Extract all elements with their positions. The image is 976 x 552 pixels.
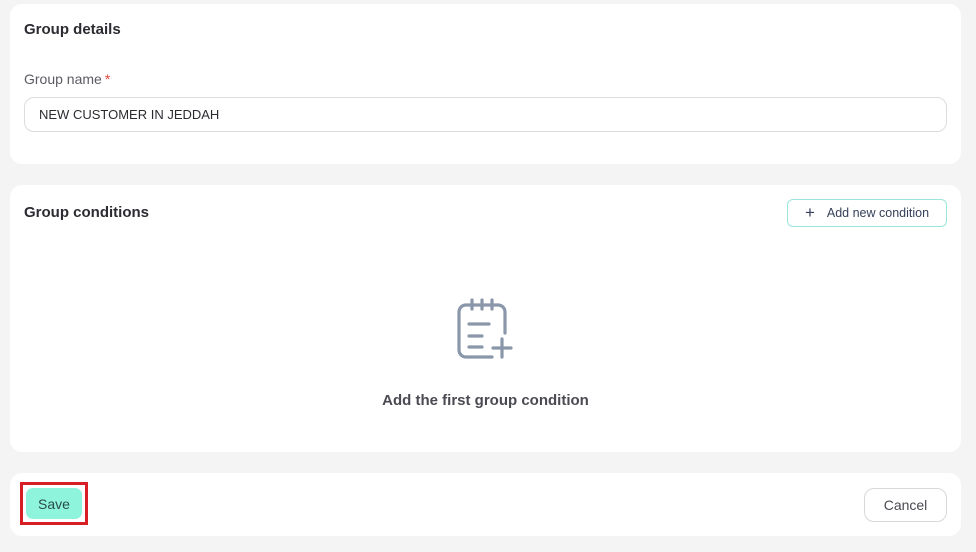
add-new-condition-label: Add new condition (826, 206, 930, 220)
form-footer: Save Cancel (10, 473, 961, 536)
group-conditions-card: Group conditions + Add new condition Add… (10, 185, 961, 452)
cancel-button[interactable]: Cancel (864, 488, 947, 522)
group-details-title: Group details (24, 21, 121, 38)
group-name-label-text: Group name (24, 71, 102, 87)
plus-icon: + (804, 203, 815, 222)
add-new-condition-button[interactable]: + Add new condition (787, 199, 947, 227)
required-asterisk: * (104, 71, 111, 87)
notepad-plus-icon (457, 298, 513, 359)
group-name-label: Group name * (24, 71, 110, 87)
group-name-input[interactable] (24, 97, 947, 132)
empty-state-message: Add the first group condition (382, 392, 589, 409)
save-button[interactable]: Save (26, 488, 82, 519)
group-conditions-title: Group conditions (24, 204, 149, 221)
group-details-card: Group details Group name * (10, 4, 961, 164)
